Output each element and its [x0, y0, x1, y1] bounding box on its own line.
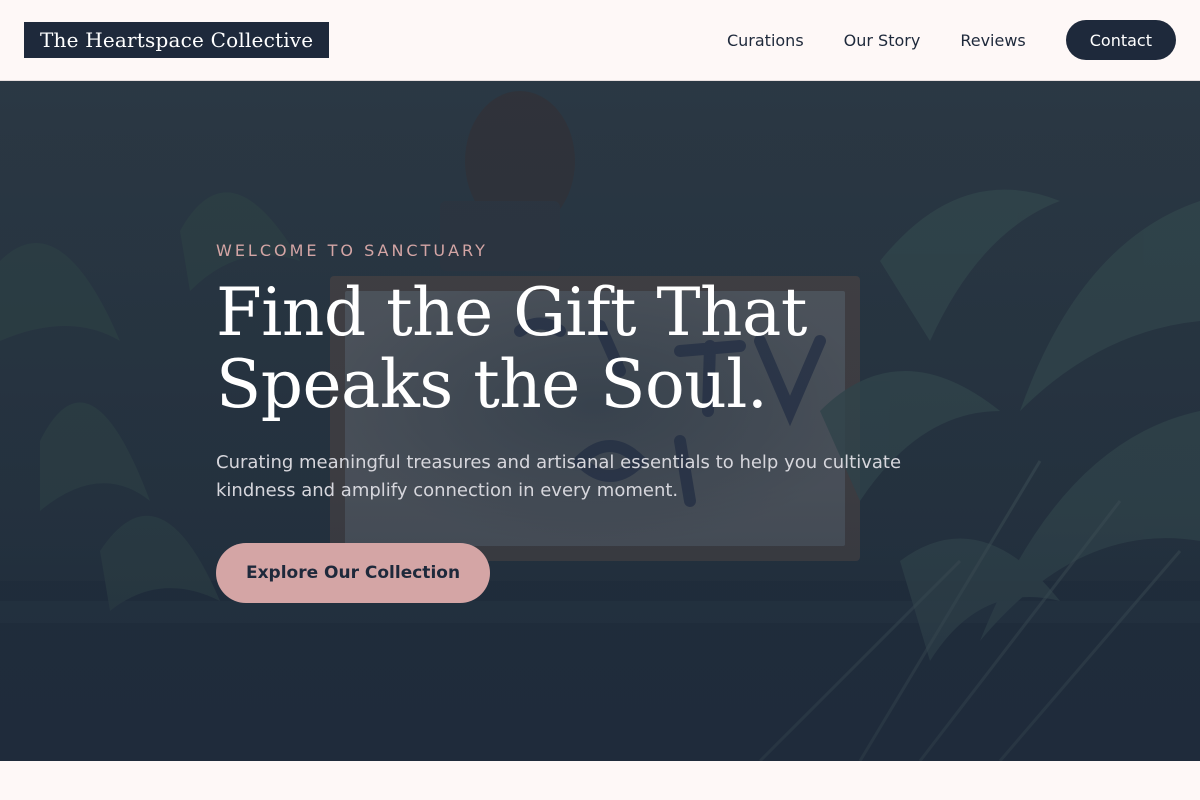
hero-subtitle: Curating meaningful treasures and artisa…	[216, 452, 902, 501]
hero-title-line-2: Speaks the Soul.	[216, 346, 768, 423]
hero-eyebrow: WELCOME TO SANCTUARY	[216, 241, 488, 260]
nav-link-our-story[interactable]: Our Story	[844, 31, 921, 50]
hero-title: Find the Gift That Speaks the Soul.	[216, 277, 976, 421]
nav-link-reviews[interactable]: Reviews	[960, 31, 1025, 50]
brand-logo[interactable]: The Heartspace Collective	[24, 22, 330, 58]
hero-section: WELCOME TO SANCTUARY Find the Gift That …	[0, 81, 1200, 761]
hero-title-line-1: Find the Gift That	[216, 274, 807, 351]
next-section-edge	[0, 761, 1200, 800]
nav-link-curations[interactable]: Curations	[727, 31, 804, 50]
site-header: The Heartspace Collective Curations Our …	[0, 0, 1200, 81]
main-nav: Curations Our Story Reviews Contact	[727, 20, 1176, 60]
contact-button[interactable]: Contact	[1065, 20, 1176, 60]
explore-collection-button[interactable]: Explore Our Collection	[216, 543, 490, 603]
